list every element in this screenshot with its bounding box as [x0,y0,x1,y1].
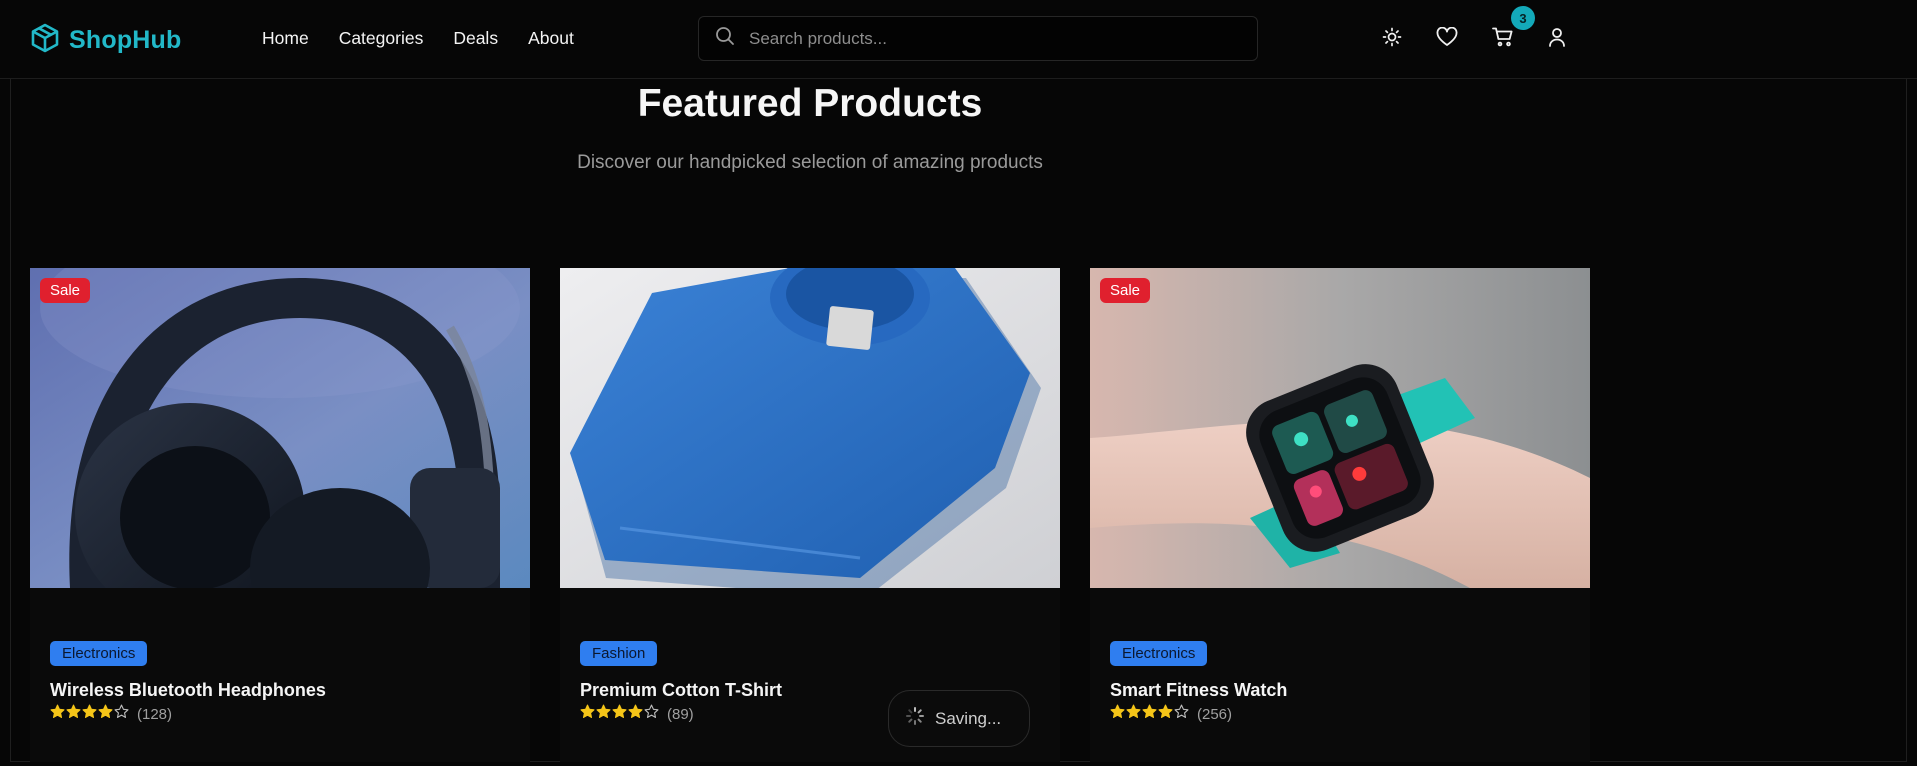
nav-home[interactable]: Home [262,28,309,49]
product-rating: (128) [50,704,172,724]
product-card[interactable]: Fashion Premium Cotton T-Shirt (89) [560,268,1060,762]
search-box[interactable] [698,16,1258,61]
product-name[interactable]: Premium Cotton T-Shirt [580,680,782,701]
cart-button[interactable] [1490,26,1516,52]
product-name[interactable]: Smart Fitness Watch [1110,680,1287,701]
shopping-cart-icon [1492,27,1514,52]
product-image-headphones[interactable]: Sale [30,268,530,588]
product-rating: (256) [1110,704,1232,724]
star-rating-icon [1110,704,1190,724]
saving-toast: Saving... [888,690,1030,747]
review-count: (89) [667,705,694,723]
nav-categories[interactable]: Categories [339,28,424,49]
category-badge: Electronics [50,641,148,666]
category-badge: Electronics [1110,641,1208,666]
sale-badge: Sale [1100,278,1151,303]
product-image-smart-watch[interactable]: Sale [1090,268,1590,588]
loading-spinner-icon [905,706,925,731]
account-button[interactable] [1544,26,1570,52]
review-count: (128) [137,705,173,723]
wishlist-button[interactable] [1434,26,1460,52]
heart-icon [1436,26,1458,52]
section-subtitle: Discover our handpicked selection of ama… [577,152,1043,173]
theme-toggle-button[interactable] [1379,26,1405,52]
cube-icon [31,23,59,58]
star-rating-icon [50,704,130,724]
brand-name: ShopHub [69,26,182,54]
nav-about[interactable]: About [528,28,574,49]
star-rating-icon [580,704,660,724]
toast-text: Saving... [935,708,1002,728]
section-title: Featured Products [637,82,983,125]
nav-deals[interactable]: Deals [453,28,498,49]
product-rating: (89) [580,704,694,724]
product-card[interactable]: Sale Electronics Wireless Bluetooth Head… [30,268,530,762]
product-card[interactable]: Sale Electronics Smart Fitness Watch (25… [1090,268,1590,762]
main-nav: Home Categories Deals About [262,28,574,49]
category-badge: Fashion [580,641,658,666]
review-count: (256) [1197,705,1233,723]
sun-icon [1382,27,1402,52]
product-name[interactable]: Wireless Bluetooth Headphones [50,680,326,701]
user-icon [1547,27,1567,52]
sale-badge: Sale [40,278,91,303]
brand-logo[interactable]: ShopHub [31,23,181,58]
top-navbar: ShopHub Home Categories Deals About Sear… [0,0,1917,79]
cart-count-badge: 3 [1511,6,1535,30]
search-icon [715,26,735,51]
search-input[interactable] [749,28,1229,49]
product-image-t-shirt[interactable] [560,268,1060,588]
